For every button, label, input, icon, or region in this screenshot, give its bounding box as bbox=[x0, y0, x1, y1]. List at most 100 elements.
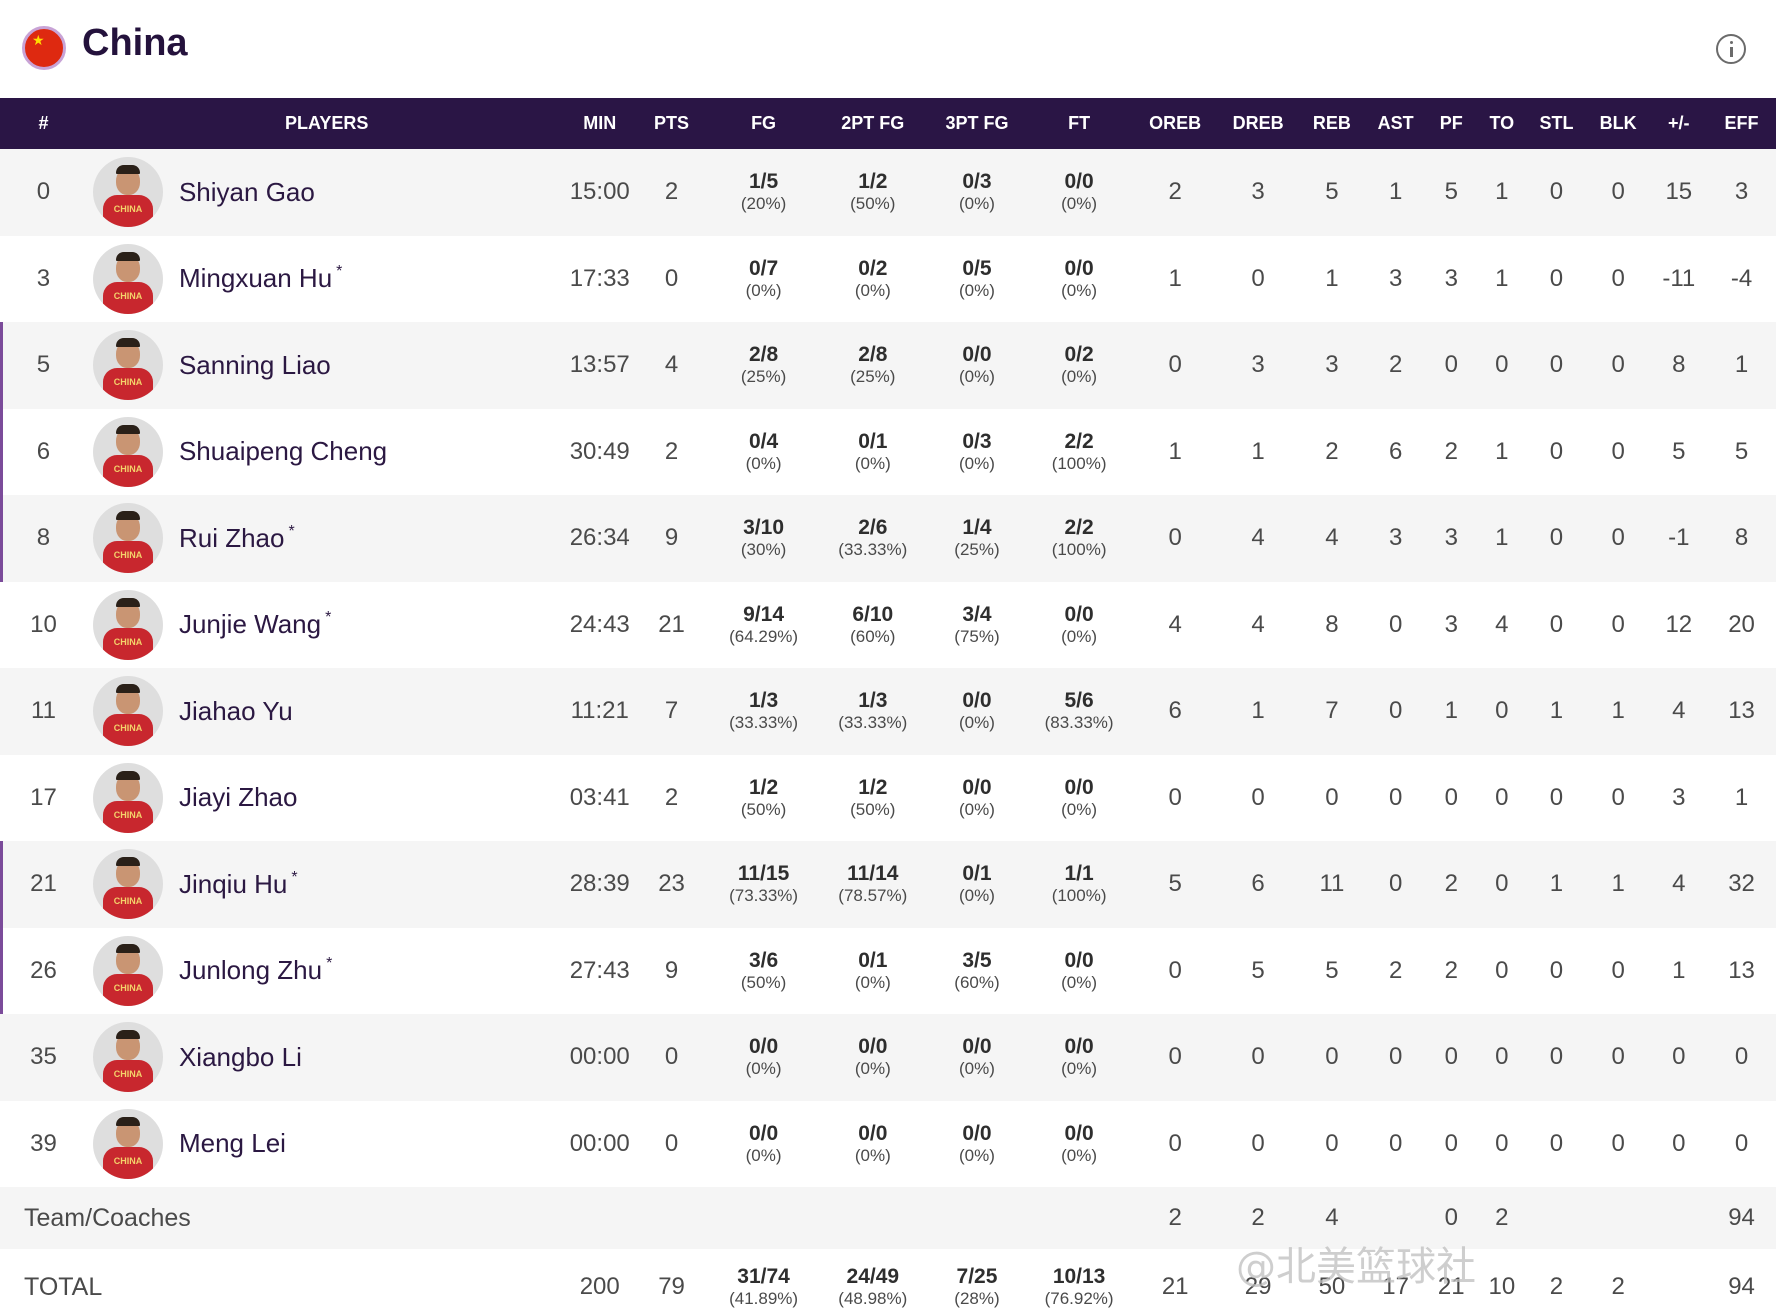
stat-cell: 6 bbox=[1218, 841, 1299, 928]
table-row[interactable]: 6 CHINA Shuaipeng Cheng 30:49 2 0/4 (0%) 0/1 (0%… bbox=[0, 408, 1776, 495]
column-header[interactable]: PLAYERS bbox=[87, 98, 566, 149]
label-cell: TOTAL bbox=[0, 1249, 566, 1310]
player-name-link[interactable]: Rui Zhao * bbox=[179, 523, 295, 554]
player-name-link[interactable]: Jiahao Yu bbox=[179, 696, 297, 727]
shot-percentage: (0%) bbox=[1061, 972, 1098, 992]
column-header[interactable]: 3PT FG bbox=[928, 98, 1025, 149]
table-row[interactable]: 21 CHINA Jinqiu Hu * 28:39 23 11/15 (73.33%) 11/… bbox=[0, 841, 1776, 928]
player-name-link[interactable]: Shuaipeng Cheng bbox=[179, 436, 391, 467]
fg3-cell: 0/0 (0%) bbox=[928, 1101, 1025, 1188]
column-header[interactable]: STL bbox=[1527, 98, 1586, 149]
table-row[interactable]: 8 CHINA Rui Zhao * 26:34 9 3/10 (30%) 2/6 (33.33%… bbox=[0, 495, 1776, 582]
ft-cell: 1/1 (100%) bbox=[1026, 841, 1133, 928]
stat-cell: 1 bbox=[1477, 236, 1528, 323]
column-header[interactable]: DREB bbox=[1218, 98, 1299, 149]
stat-cell: 0 bbox=[1133, 495, 1218, 582]
player-name-link[interactable]: Jinqiu Hu * bbox=[179, 869, 298, 900]
column-header[interactable]: PF bbox=[1426, 98, 1477, 149]
jersey-cell: 11 bbox=[0, 668, 87, 755]
stat-cell: 1 bbox=[1707, 322, 1776, 409]
stat-to: 0 bbox=[1495, 351, 1509, 379]
shots-made: 5/6 bbox=[1064, 689, 1094, 713]
stat-stl: 2 bbox=[1549, 1273, 1564, 1300]
shot-percentage: (0%) bbox=[854, 453, 891, 473]
player-name-link[interactable]: Junjie Wang * bbox=[179, 609, 331, 640]
stat-cell: -1 bbox=[1650, 495, 1707, 582]
shot-percentage: (0%) bbox=[959, 1059, 995, 1079]
stat-to: 0 bbox=[1495, 956, 1509, 984]
stat-ast: 0 bbox=[1388, 1129, 1403, 1157]
stat-stl: 0 bbox=[1549, 1129, 1564, 1157]
stat-eff: 20 bbox=[1728, 610, 1755, 638]
player-name-link[interactable]: Mingxuan Hu * bbox=[179, 263, 342, 294]
player-cell: CHINA Meng Lei bbox=[87, 1101, 566, 1188]
shot-percentage: (48.98%) bbox=[838, 1289, 908, 1308]
table-row[interactable]: 26 CHINA Junlong Zhu * 27:43 9 3/6 (50%) 0/1 (0%)… bbox=[0, 927, 1776, 1015]
column-header[interactable]: AST bbox=[1365, 98, 1426, 149]
fg3-cell: 0/0 (0%) bbox=[928, 322, 1025, 409]
stat-cell: 9 bbox=[633, 495, 710, 582]
stat-to: 1 bbox=[1495, 524, 1509, 552]
jersey-cell: 5 bbox=[0, 322, 87, 409]
table-row[interactable]: 5 CHINA Sanning Liao 13:57 4 2/8 (25%) 2/8 (25%)… bbox=[0, 322, 1776, 409]
shot-percentage: (20%) bbox=[740, 194, 787, 214]
column-header[interactable]: MIN bbox=[566, 98, 633, 149]
table-row[interactable]: 17 CHINA Jiayi Zhao 03:41 2 1/2 (50%) 1/2 (50%) 0… bbox=[0, 754, 1776, 842]
column-header[interactable]: FG bbox=[710, 98, 817, 149]
stat-oreb: 2 bbox=[1168, 178, 1182, 206]
column-header[interactable]: 2PT FG bbox=[817, 98, 928, 149]
starter-marker: * bbox=[325, 609, 332, 627]
column-header[interactable]: EFF bbox=[1707, 98, 1776, 149]
table-row[interactable]: 35 CHINA Xiangbo Li 00:00 0 0/0 (0%) 0/0 (0%) 0/0… bbox=[0, 1014, 1776, 1101]
table-row[interactable]: 0 CHINA Shiyan Gao 15:00 2 1/5 (20%) 1/2 (50%) 0/… bbox=[0, 149, 1776, 236]
column-header[interactable]: PTS bbox=[633, 98, 710, 149]
column-header[interactable]: BLK bbox=[1586, 98, 1651, 149]
table-row[interactable]: 10 CHINA Junjie Wang * 24:43 21 9/14 (64.29%) 6/… bbox=[0, 581, 1776, 669]
table-row[interactable]: 3 CHINA Mingxuan Hu * 17:33 0 0/7 (0%) 0/2 (0%) 0/… bbox=[0, 235, 1776, 323]
stat-oreb: 0 bbox=[1168, 956, 1182, 984]
player-name: Jinqiu Hu bbox=[178, 868, 288, 899]
column-header[interactable]: REB bbox=[1299, 98, 1366, 149]
fg2-cell: 1/2 (50%) bbox=[817, 149, 928, 236]
jersey-number: 3 bbox=[36, 264, 51, 292]
player-name-link[interactable]: Jiayi Zhao bbox=[179, 782, 302, 813]
stat-oreb: 4 bbox=[1168, 610, 1182, 638]
player-name-link[interactable]: Meng Lei bbox=[179, 1128, 290, 1159]
column-header[interactable]: FT bbox=[1026, 98, 1133, 149]
player-name-link[interactable]: Sanning Liao bbox=[179, 350, 335, 381]
column-header[interactable]: +/- bbox=[1650, 98, 1707, 149]
minutes: 15:00 bbox=[569, 178, 630, 206]
player-cell: CHINA Jinqiu Hu * bbox=[87, 841, 566, 928]
stat-cell: 0 bbox=[1586, 755, 1651, 842]
fg2-cell: 0/1 (0%) bbox=[817, 928, 928, 1015]
shots-made: 0/0 bbox=[748, 1035, 779, 1059]
info-icon[interactable] bbox=[1716, 34, 1746, 64]
stat-cell: 5 bbox=[1133, 841, 1218, 928]
table-row[interactable]: 11 CHINA Jiahao Yu 11:21 7 1/3 (33.33%) 1/3 (33.… bbox=[0, 668, 1776, 755]
table-row[interactable]: 39 CHINA Meng Lei 00:00 0 0/0 (0%) 0/0 (0%) 0/0 (0… bbox=[0, 1100, 1776, 1188]
player-name-link[interactable]: Xiangbo Li bbox=[179, 1042, 306, 1073]
stat-cell bbox=[1650, 1249, 1707, 1310]
fg2-cell: 11/14 (78.57%) bbox=[817, 841, 928, 928]
fg2-cell: 6/10 (60%) bbox=[817, 582, 928, 669]
column-header[interactable]: # bbox=[0, 98, 87, 149]
shot-percentage: (33.33%) bbox=[838, 713, 908, 733]
stat-cell: 6 bbox=[1133, 668, 1218, 755]
stat-cell: 8 bbox=[1650, 322, 1707, 409]
stat-cell: 0 bbox=[1133, 1101, 1218, 1188]
shots-made: 1/5 bbox=[748, 170, 779, 194]
shots-made: 0/0 bbox=[1064, 775, 1094, 799]
player-name-link[interactable]: Junlong Zhu * bbox=[179, 955, 332, 986]
column-header[interactable]: TO bbox=[1477, 98, 1528, 149]
player-name-link[interactable]: Shiyan Gao bbox=[179, 177, 319, 208]
ft-cell: 2/2 (100%) bbox=[1026, 495, 1133, 582]
stat-cell: 13 bbox=[1707, 928, 1776, 1015]
stat-eff: 13 bbox=[1728, 956, 1755, 984]
stat-pm: 15 bbox=[1665, 178, 1693, 206]
player-cell: CHINA Shiyan Gao bbox=[87, 149, 566, 236]
shots-made: 2/8 bbox=[858, 343, 888, 367]
column-header[interactable]: OREB bbox=[1133, 98, 1218, 149]
stat-cell: 0 bbox=[1527, 495, 1586, 582]
stat-eff: 94 bbox=[1728, 1204, 1755, 1231]
avatar-jersey-text: CHINA bbox=[113, 377, 143, 388]
